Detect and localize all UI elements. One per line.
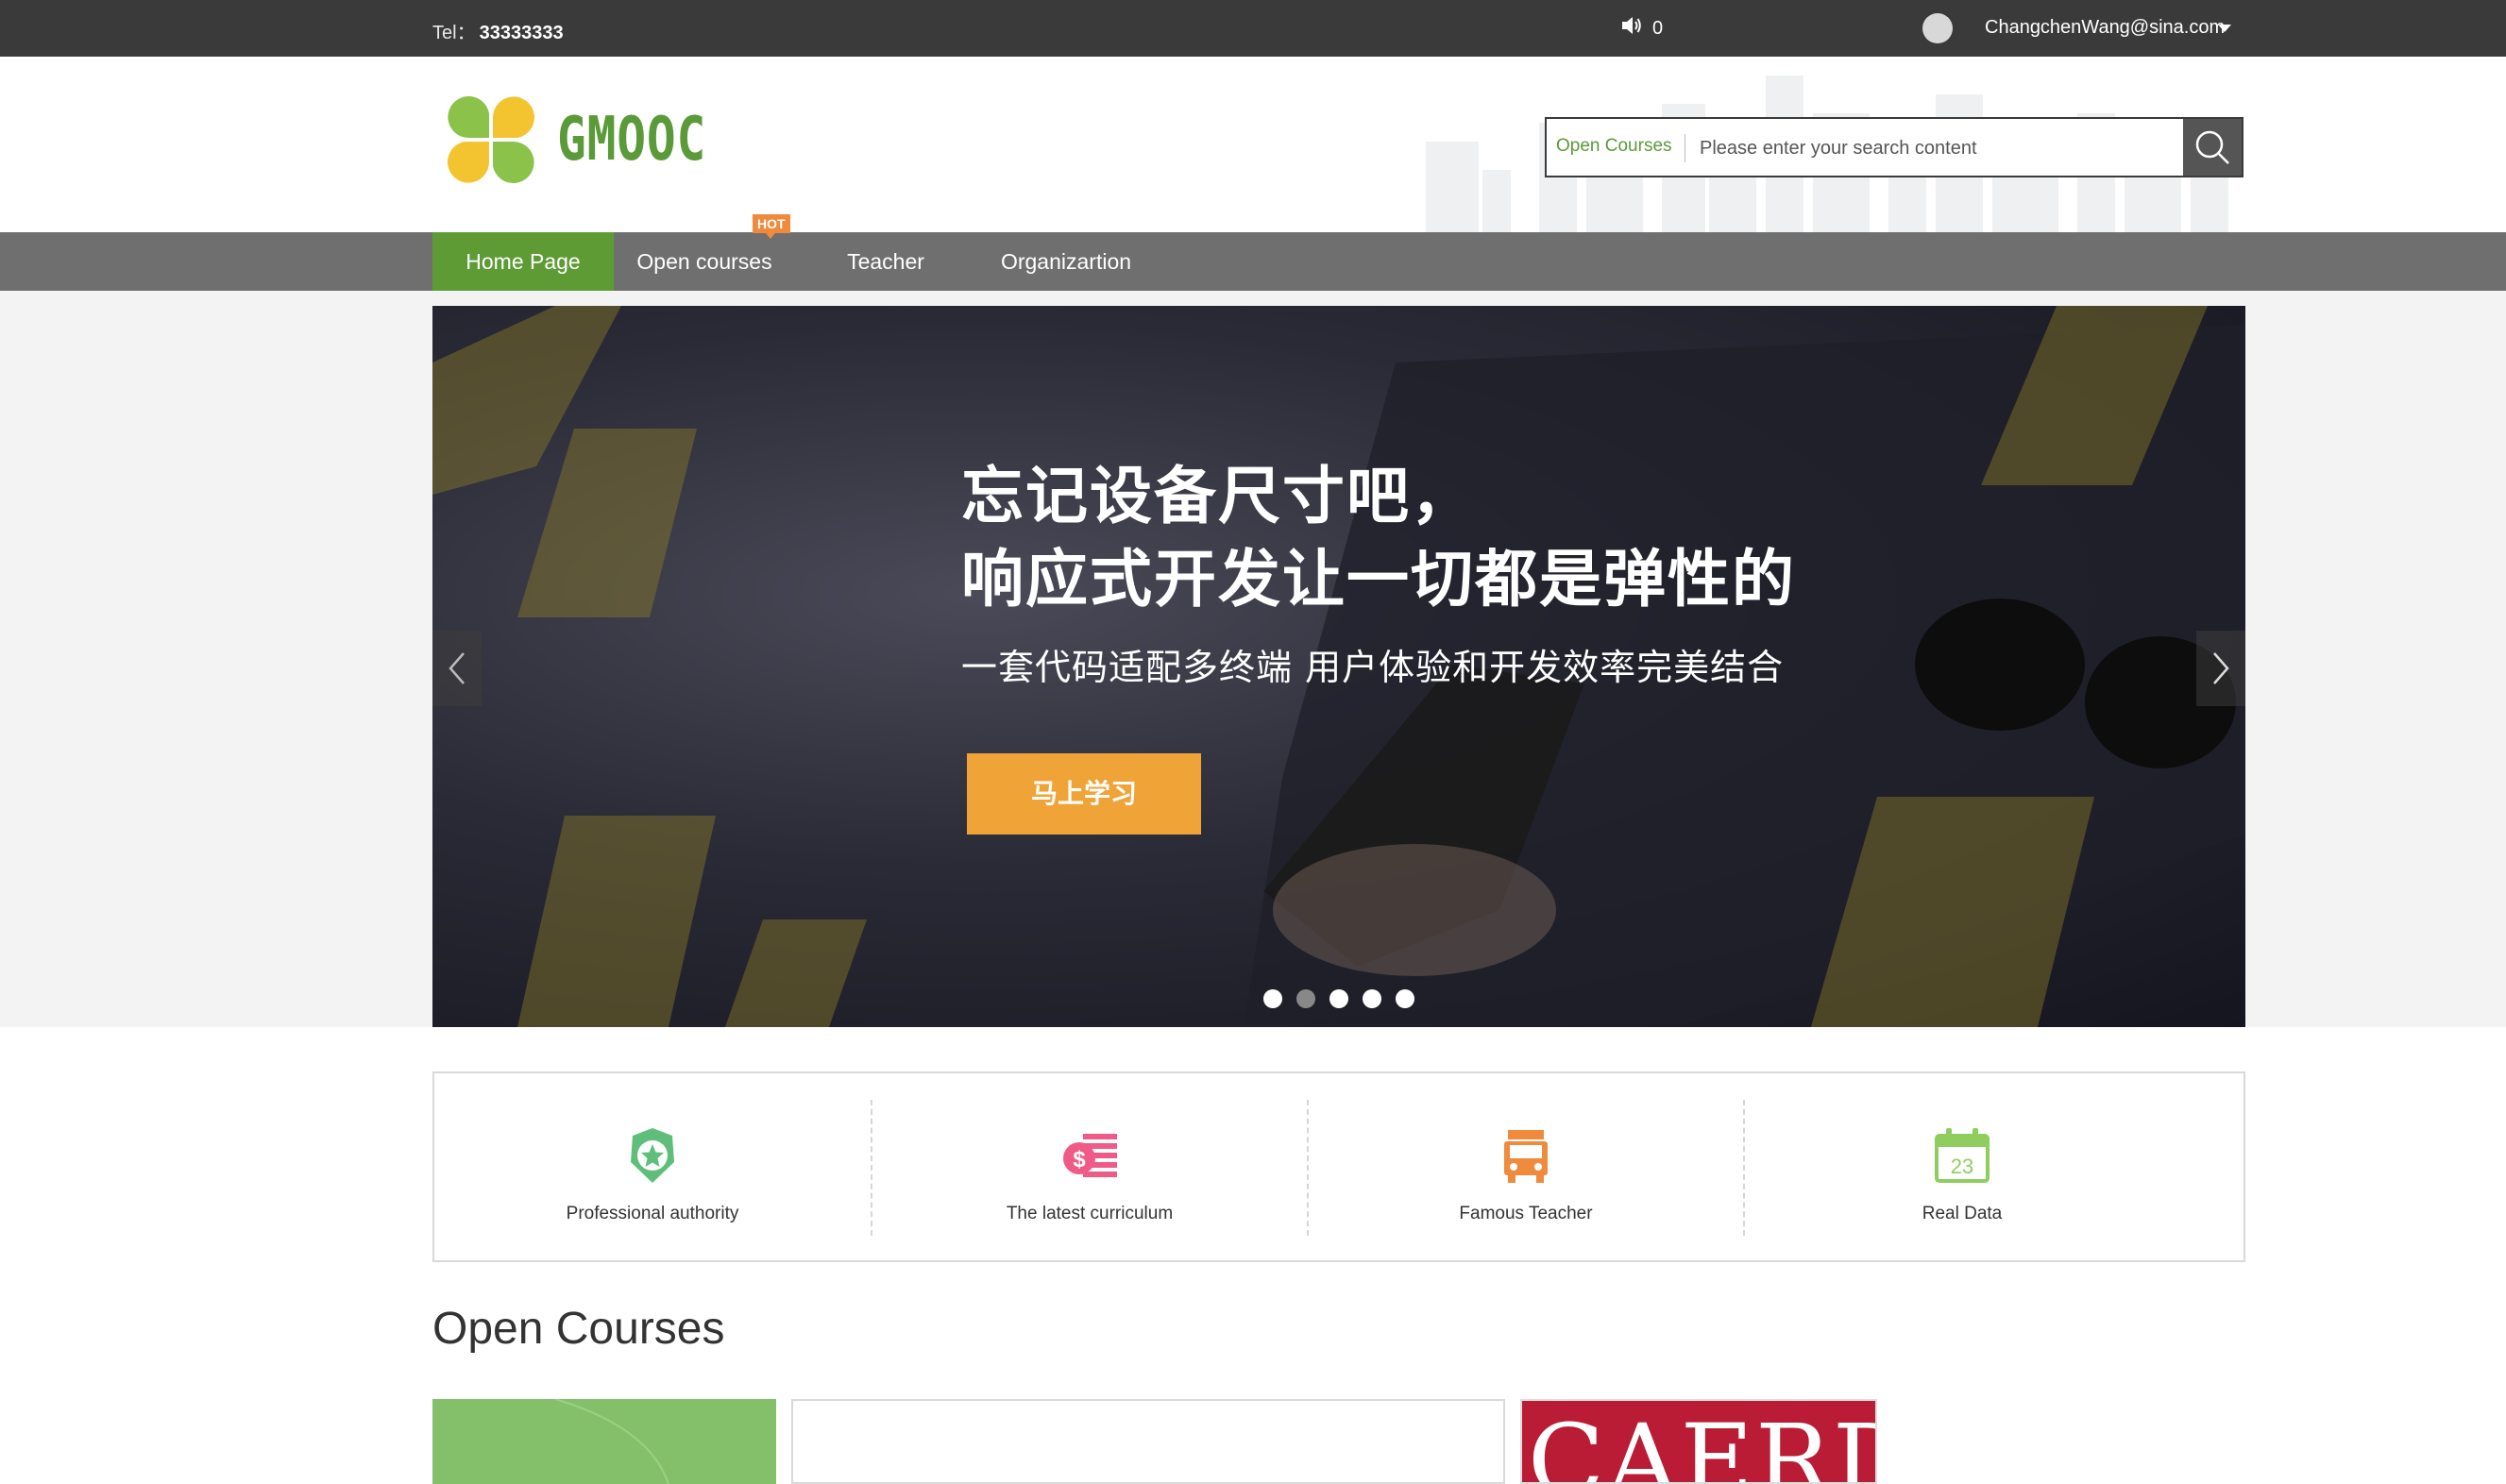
calendar-23-icon: 23 [1935,1128,1990,1183]
nav-item-open-courses[interactable]: Open courses [621,232,787,291]
top-bar: Tel： 33333333 0 ChangchenWang@sina.com [0,0,2506,57]
calendar-day: 23 [1951,1155,1973,1178]
carousel-indicators [1263,989,1414,1008]
hot-badge: HOT [753,214,790,239]
avatar[interactable] [1922,13,1953,43]
message-indicator[interactable]: 0 [1620,15,1663,42]
search-bar: Open Courses [1545,117,2244,177]
carousel-dot[interactable] [1263,989,1282,1008]
logo-text: GMOOC [557,105,707,175]
chevron-left-icon [449,652,465,684]
user-email[interactable]: ChangchenWang@sina.com [1985,17,2225,39]
tel-label: Tel： [432,23,476,43]
message-count: 0 [1652,17,1664,39]
feature-label: The latest curriculum [1006,1204,1174,1223]
carousel-dot[interactable] [1329,989,1348,1008]
badge-star-icon [631,1128,674,1183]
feature-real-data: 23 Real Data [1744,1073,2180,1260]
banner-title-line1: 忘记设备尺寸吧， [961,460,1475,532]
search-icon [2195,130,2229,164]
telephone: Tel： 33333333 [432,17,564,44]
open-courses-title: Open Courses [432,1304,725,1354]
features-strip: Professional authority $ The latest curr… [432,1071,2245,1262]
speaker-icon [1620,15,1643,42]
tel-number: 33333333 [479,23,564,43]
course-card-pattern [554,1399,669,1484]
feature-famous-teacher: Famous Teacher [1308,1073,1744,1260]
carousel-dot[interactable] [1396,989,1414,1008]
banner-subtitle: 一套代码适配多终端 用户体验和开发效率完美结合 [961,647,1785,688]
chevron-right-icon [2213,652,2229,684]
banner-title: 忘记设备尺寸吧， 响应式开发让一切都是弹性的 [961,455,1796,621]
user-menu-caret-icon[interactable] [2218,25,2231,32]
nav-item-organization[interactable]: Organizartion [988,232,1144,291]
course-card[interactable] [432,1399,776,1484]
svg-text:$: $ [1073,1147,1086,1172]
hero-banner[interactable]: 忘记设备尺寸吧， 响应式开发让一切都是弹性的 一套代码适配多终端 用户体验和开发… [432,306,2245,1027]
search-type-select[interactable]: Open Courses [1556,136,1672,157]
banner-prev-button[interactable] [432,631,482,706]
banner-next-button[interactable] [2196,631,2245,706]
feature-label: Famous Teacher [1459,1204,1593,1223]
bus-icon [1504,1130,1548,1183]
logo[interactable]: GMOOC [446,94,744,185]
feature-label: Professional authority [566,1204,739,1223]
carousel-dot[interactable] [1363,989,1381,1008]
dollar-list-icon: $ [1063,1134,1117,1177]
header: GMOOC Open Courses [0,57,2506,232]
course-card[interactable]: CAERDYDD [1520,1399,1877,1484]
feature-label: Real Data [1922,1204,2003,1223]
carousel-dot[interactable] [1296,989,1315,1008]
clover-logo-icon [448,96,534,183]
main-nav: Home Page Open courses Teacher Organizar… [0,232,2506,291]
course-card[interactable] [791,1399,1505,1484]
nav-item-teacher[interactable]: Teacher [831,232,940,291]
nav-item-home-page[interactable]: Home Page [432,232,614,291]
start-learning-button[interactable]: 马上学习 [967,753,1201,835]
banner-title-line2: 响应式开发让一切都是弹性的 [961,543,1796,616]
course-card-image-text: CAERDYDD [1528,1403,1875,1484]
feature-latest-curriculum: $ The latest curriculum [872,1073,1308,1260]
feature-professional-authority: Professional authority [434,1073,871,1260]
search-button[interactable] [2183,119,2242,176]
search-input[interactable] [1698,128,2193,168]
